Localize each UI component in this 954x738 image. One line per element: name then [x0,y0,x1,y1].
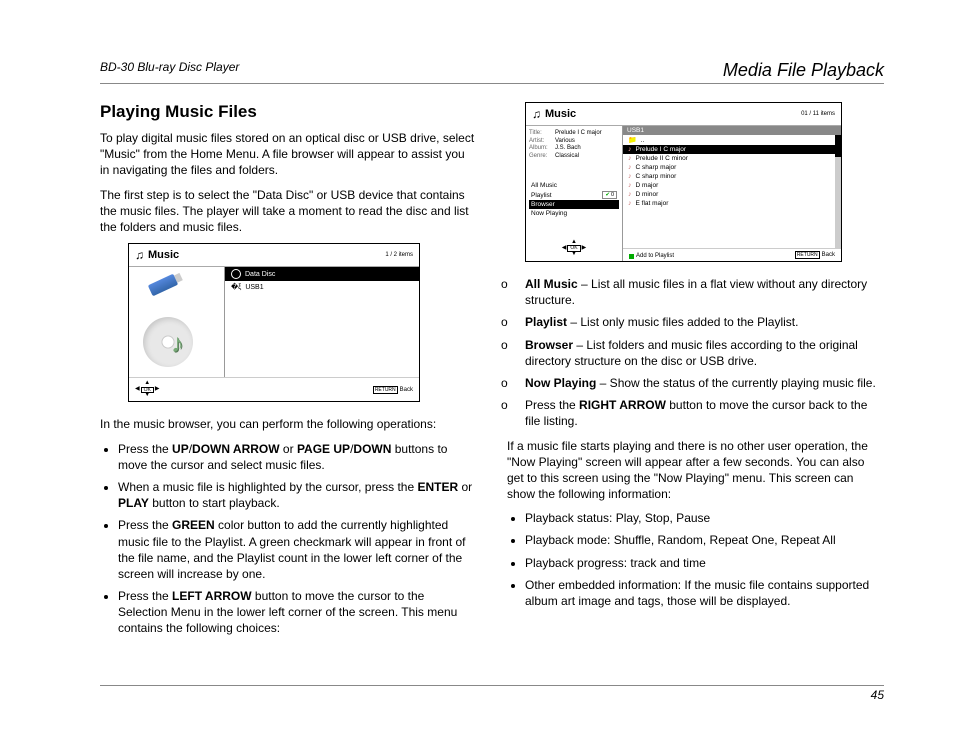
music-browser-files-screenshot: Music 01 / 11 items Title:Prelude I C ma… [525,102,842,262]
file-row[interactable]: ♪C sharp minor [623,172,835,181]
section-title: Playing Music Files [100,102,477,122]
playlist-count-badge: ✔0 [602,191,617,199]
file-row[interactable]: ♪C sharp major [623,163,835,172]
note-on-disc-icon: ♪ [171,328,184,359]
ui2-counter: 01 / 11 items [801,111,835,117]
left-column: Playing Music Files To play digital musi… [100,102,477,645]
note-icon: ♪ [628,173,632,180]
ops-intro: In the music browser, you can perform th… [100,416,477,432]
dpad-ok-hint: ▲ ◀OK▶ ▼ [135,381,159,398]
menu-all-music[interactable]: All Music [529,181,619,190]
menu-browser[interactable]: Browser [529,200,619,209]
page-header: BD-30 Blu-ray Disc Player Media File Pla… [100,60,884,84]
page-footer: 45 [100,685,884,702]
note-icon: ♪ [628,155,632,162]
op-bullet-4: Press the LEFT ARROW button to move the … [118,588,477,637]
op-bullet-1: Press the UP/DOWN ARROW or PAGE UP/DOWN … [118,441,477,473]
note-icon: ♪ [628,191,632,198]
usb-stick-icon [148,274,178,297]
file-row[interactable]: ♪E flat major [623,199,835,208]
info-bullet-2: Playback mode: Shuffle, Random, Repeat O… [525,532,884,548]
choice-browser: Browser – List folders and music files a… [525,337,884,369]
add-to-playlist-hint: Add to Playlist [629,253,674,259]
location-crumb: USB1 [623,126,841,135]
header-model: BD-30 Blu-ray Disc Player [100,60,239,81]
note-icon: ♪ [628,200,632,207]
device-row-data-disc[interactable]: Data Disc [225,267,419,281]
file-row[interactable]: ♪Prelude I C major [623,145,835,154]
info-bullet-3: Playback progress: track and time [525,555,884,571]
return-hint: RETURNBack [373,386,413,394]
file-row[interactable]: ♪D minor [623,190,835,199]
intro-para-1: To play digital music files stored on an… [100,130,477,179]
file-row[interactable]: ♪D major [623,181,835,190]
header-section: Media File Playback [723,60,884,81]
selection-menu: All Music Playlist✔0 Browser Now Playing [529,181,619,218]
choice-right-arrow: Press the RIGHT ARROW button to move the… [525,397,884,429]
page-number: 45 [871,688,884,702]
disc-icon [143,317,193,367]
ui1-artwork: ♪ [129,267,224,377]
file-row[interactable]: ♪Prelude II C minor [623,154,835,163]
intro-para-2: The first step is to select the "Data Di… [100,187,477,236]
right-column: Music 01 / 11 items Title:Prelude I C ma… [507,102,884,645]
ui2-title: Music [545,108,576,120]
note-icon: ♪ [628,164,632,171]
now-playing-para: If a music file starts playing and there… [507,438,884,503]
music-browser-root-screenshot: Music 1 / 2 items ♪ Data Disc �ξUSB1 [128,243,420,402]
folder-icon [628,136,637,144]
music-icon [135,248,144,262]
choice-playlist: Playlist – List only music files added t… [525,314,884,330]
music-icon [532,107,541,121]
choice-all-music: All Music – List all music files in a fl… [525,276,884,308]
scrollbar-thumb[interactable] [835,135,841,157]
menu-now-playing[interactable]: Now Playing [529,209,619,218]
info-bullet-4: Other embedded information: If the music… [525,577,884,609]
return-hint: RETURNBack [795,251,835,259]
usb-small-icon: �ξ [231,283,241,291]
file-row-up[interactable]: .. [623,135,835,145]
track-metadata: Title:Prelude I C major Artist:Various A… [529,130,619,160]
green-button-icon [629,254,634,259]
ui1-counter: 1 / 2 items [385,252,413,258]
choice-now-playing: Now Playing – Show the status of the cur… [525,375,884,391]
note-icon: ♪ [628,182,632,189]
note-icon: ♪ [628,146,632,153]
info-bullet-1: Playback status: Play, Stop, Pause [525,510,884,526]
device-row-usb1[interactable]: �ξUSB1 [225,281,419,293]
op-bullet-3: Press the GREEN color button to add the … [118,517,477,582]
dpad-ok-hint: ▲ ◀OK▶ ▼ [529,240,619,257]
menu-playlist[interactable]: Playlist✔0 [529,190,619,200]
disc-small-icon [231,269,241,279]
op-bullet-2: When a music file is highlighted by the … [118,479,477,511]
ui1-title: Music [148,249,179,261]
